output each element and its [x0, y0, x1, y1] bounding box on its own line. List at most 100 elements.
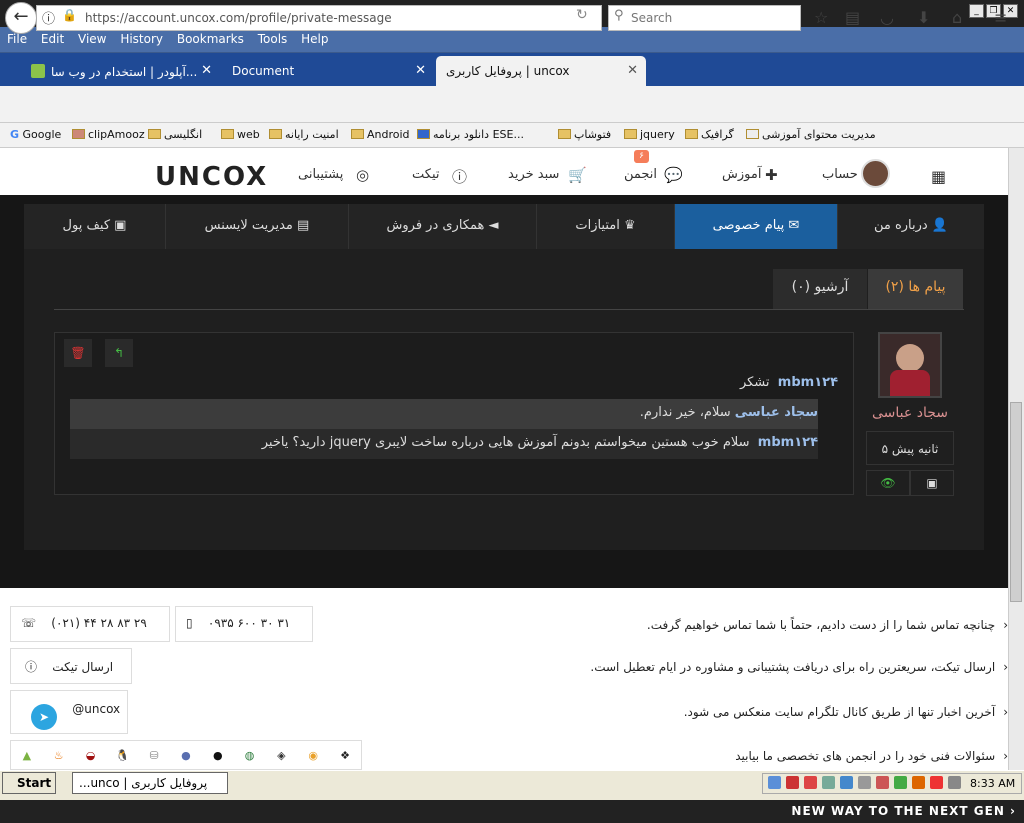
close-tab-icon[interactable]: ✕: [415, 63, 426, 78]
user-icon: 👤: [931, 218, 949, 233]
footer-info-3: ‹آخرین اخبار تنها از طریق کانال تلگرام س…: [683, 705, 1008, 719]
tray-app-icon[interactable]: [822, 776, 835, 789]
bookmark-web[interactable]: web: [221, 128, 260, 141]
archive-button[interactable]: ▣: [910, 470, 954, 496]
tray-app-icon[interactable]: [804, 776, 817, 789]
tab-label: پروفایل کاربری | uncox: [446, 64, 570, 78]
nav-account[interactable]: حساب: [822, 167, 858, 182]
taskbar-item-browser[interactable]: پروفایل کاربری | unco...: [72, 772, 228, 794]
navigation-bar: [0, 86, 1024, 123]
apps-grid-icon[interactable]: ▦: [931, 167, 946, 186]
tab-document[interactable]: Document ✕: [222, 56, 434, 86]
tab-archive[interactable]: آرشیو (۰): [773, 269, 867, 309]
phone-mobile[interactable]: ▯ ۰۹۳۵ ۶۰۰ ۳۰ ۳۱: [175, 606, 313, 642]
star-icon[interactable]: ☆: [814, 8, 828, 27]
java-icon[interactable]: ♨: [43, 741, 75, 769]
mysql-icon[interactable]: ⛁: [138, 741, 170, 769]
diamond-icon[interactable]: ❖: [329, 741, 361, 769]
home-icon[interactable]: ⌂: [952, 8, 962, 27]
profile-nav-affiliate[interactable]: همکاری در فروش ◄: [348, 204, 536, 249]
tab-messages[interactable]: پیام ها (۲): [868, 269, 963, 309]
minimize-button[interactable]: _: [969, 4, 984, 18]
bookmark-clipamooz[interactable]: clipAmooz: [72, 128, 145, 141]
tray-warning-icon[interactable]: [930, 776, 943, 789]
bookmark-jquery[interactable]: jquery: [624, 128, 675, 141]
nav-forum[interactable]: انجمن: [624, 167, 657, 182]
delete-button[interactable]: 🗑: [64, 339, 92, 367]
page-icon: [746, 129, 759, 139]
quoted-message: سجاد عباسی سلام، خیر ندارم.: [70, 399, 818, 429]
bookmark-english[interactable]: انگلیسی: [148, 128, 202, 141]
tray-app-icon[interactable]: [894, 776, 907, 789]
profile-nav-wallet[interactable]: کیف پول ▣: [24, 204, 165, 249]
info-icon[interactable]: ⓘ: [42, 8, 55, 27]
tray-app-icon[interactable]: [858, 776, 871, 789]
tab-favicon-icon: [31, 64, 45, 78]
profile-nav-license[interactable]: مدیریت لایسنس ▤: [165, 204, 348, 249]
close-tab-icon[interactable]: ✕: [627, 63, 638, 78]
tray-volume-icon[interactable]: [948, 776, 961, 789]
tray-shield-icon[interactable]: [786, 776, 799, 789]
bookmark-google[interactable]: G Google: [10, 128, 61, 141]
start-button[interactable]: Start: [2, 772, 56, 794]
search-input[interactable]: Search: [608, 5, 801, 31]
cart-icon: 🛒: [568, 166, 587, 184]
archive-icon: ▣: [926, 476, 938, 490]
folder-icon: [221, 129, 234, 139]
profile-nav-about[interactable]: درباره من 👤: [837, 204, 984, 249]
bookmark-graphic[interactable]: گرافیک: [685, 128, 734, 141]
footer-info-2: ‹ارسال تیکت، سریعترین راه برای دریافت پش…: [590, 660, 1008, 674]
bookmark-security[interactable]: امنیت رایانه: [269, 128, 339, 141]
library-icon[interactable]: ▤: [845, 8, 860, 27]
tray-network-icon[interactable]: [768, 776, 781, 789]
reply-button[interactable]: ↰: [105, 339, 133, 367]
oracle-icon[interactable]: ◒: [75, 741, 107, 769]
url-field[interactable]: https://account.uncox.com/profile/privat…: [36, 5, 602, 31]
linux-icon[interactable]: 🐧: [106, 741, 138, 769]
trophy-icon: ♛: [624, 218, 636, 233]
nav-support[interactable]: پشتیبانی: [298, 167, 343, 182]
forum-badge: ۶: [634, 150, 649, 163]
send-ticket-button[interactable]: ⓘ ارسال تیکت: [10, 648, 132, 684]
nav-ticket[interactable]: تیکت: [412, 167, 440, 182]
globe-icon[interactable]: ◍: [234, 741, 266, 769]
telegram-icon: ➤: [31, 704, 57, 730]
profile-nav-points[interactable]: امتیازات ♛: [536, 204, 674, 249]
pocket-icon[interactable]: ◡: [880, 8, 894, 27]
bookmark-lms[interactable]: مدیریت محتوای آموزشی: [746, 128, 876, 141]
nav-learn[interactable]: آموزش: [722, 167, 761, 182]
footer-info-1: ‹چنانچه تماس شما را از دست دادیم، حتماً …: [646, 618, 1008, 632]
reload-icon[interactable]: ↻: [576, 7, 588, 23]
tab-uploader[interactable]: آپلودر | استخدام در وب سا... ✕: [15, 56, 220, 86]
avatar[interactable]: [861, 159, 890, 188]
megaphone-icon: ◄: [488, 218, 499, 233]
php-icon[interactable]: ●: [170, 741, 202, 769]
folder-icon: [269, 129, 282, 139]
scrollbar-thumb[interactable]: [1010, 402, 1022, 602]
apple-icon[interactable]: ●: [202, 741, 234, 769]
site-logo[interactable]: UNCOX: [155, 162, 268, 192]
profile-nav-private-message[interactable]: پیام خصوصی ✉: [674, 204, 837, 249]
telegram-link[interactable]: ➤ @uncox: [10, 690, 128, 734]
nav-cart[interactable]: سبد خرید: [508, 167, 559, 182]
envelope-icon: ✉: [788, 218, 800, 233]
bookmark-photoshop[interactable]: فتوشاپ: [558, 128, 611, 141]
phone-landline[interactable]: ☏ (۰۲۱) ۴۴ ۲۸ ۸۳ ۲۹: [10, 606, 170, 642]
bookmark-android[interactable]: Android: [351, 128, 410, 141]
tab-profile[interactable]: پروفایل کاربری | uncox ✕: [436, 56, 646, 86]
tab-strip: آپلودر | استخدام در وب سا... ✕ Document …: [0, 53, 1024, 86]
css-icon[interactable]: ◈: [266, 741, 298, 769]
bookmark-ese[interactable]: دانلود برنامه ESE...: [417, 128, 524, 141]
download-icon[interactable]: ⬇: [917, 8, 930, 27]
menu-icon[interactable]: ≡: [994, 8, 1007, 27]
back-button[interactable]: ←: [5, 2, 37, 34]
tray-app-icon[interactable]: [912, 776, 925, 789]
close-tab-icon[interactable]: ✕: [201, 63, 212, 78]
vue-icon[interactable]: ◉: [297, 741, 329, 769]
view-button[interactable]: 👁: [866, 470, 910, 496]
sender-name[interactable]: سجاد عباسی: [866, 405, 954, 421]
android-icon[interactable]: ▲: [11, 741, 43, 769]
tray-app-icon[interactable]: [876, 776, 889, 789]
lifebuoy-icon: ◎: [356, 166, 370, 184]
tray-app-icon[interactable]: [840, 776, 853, 789]
